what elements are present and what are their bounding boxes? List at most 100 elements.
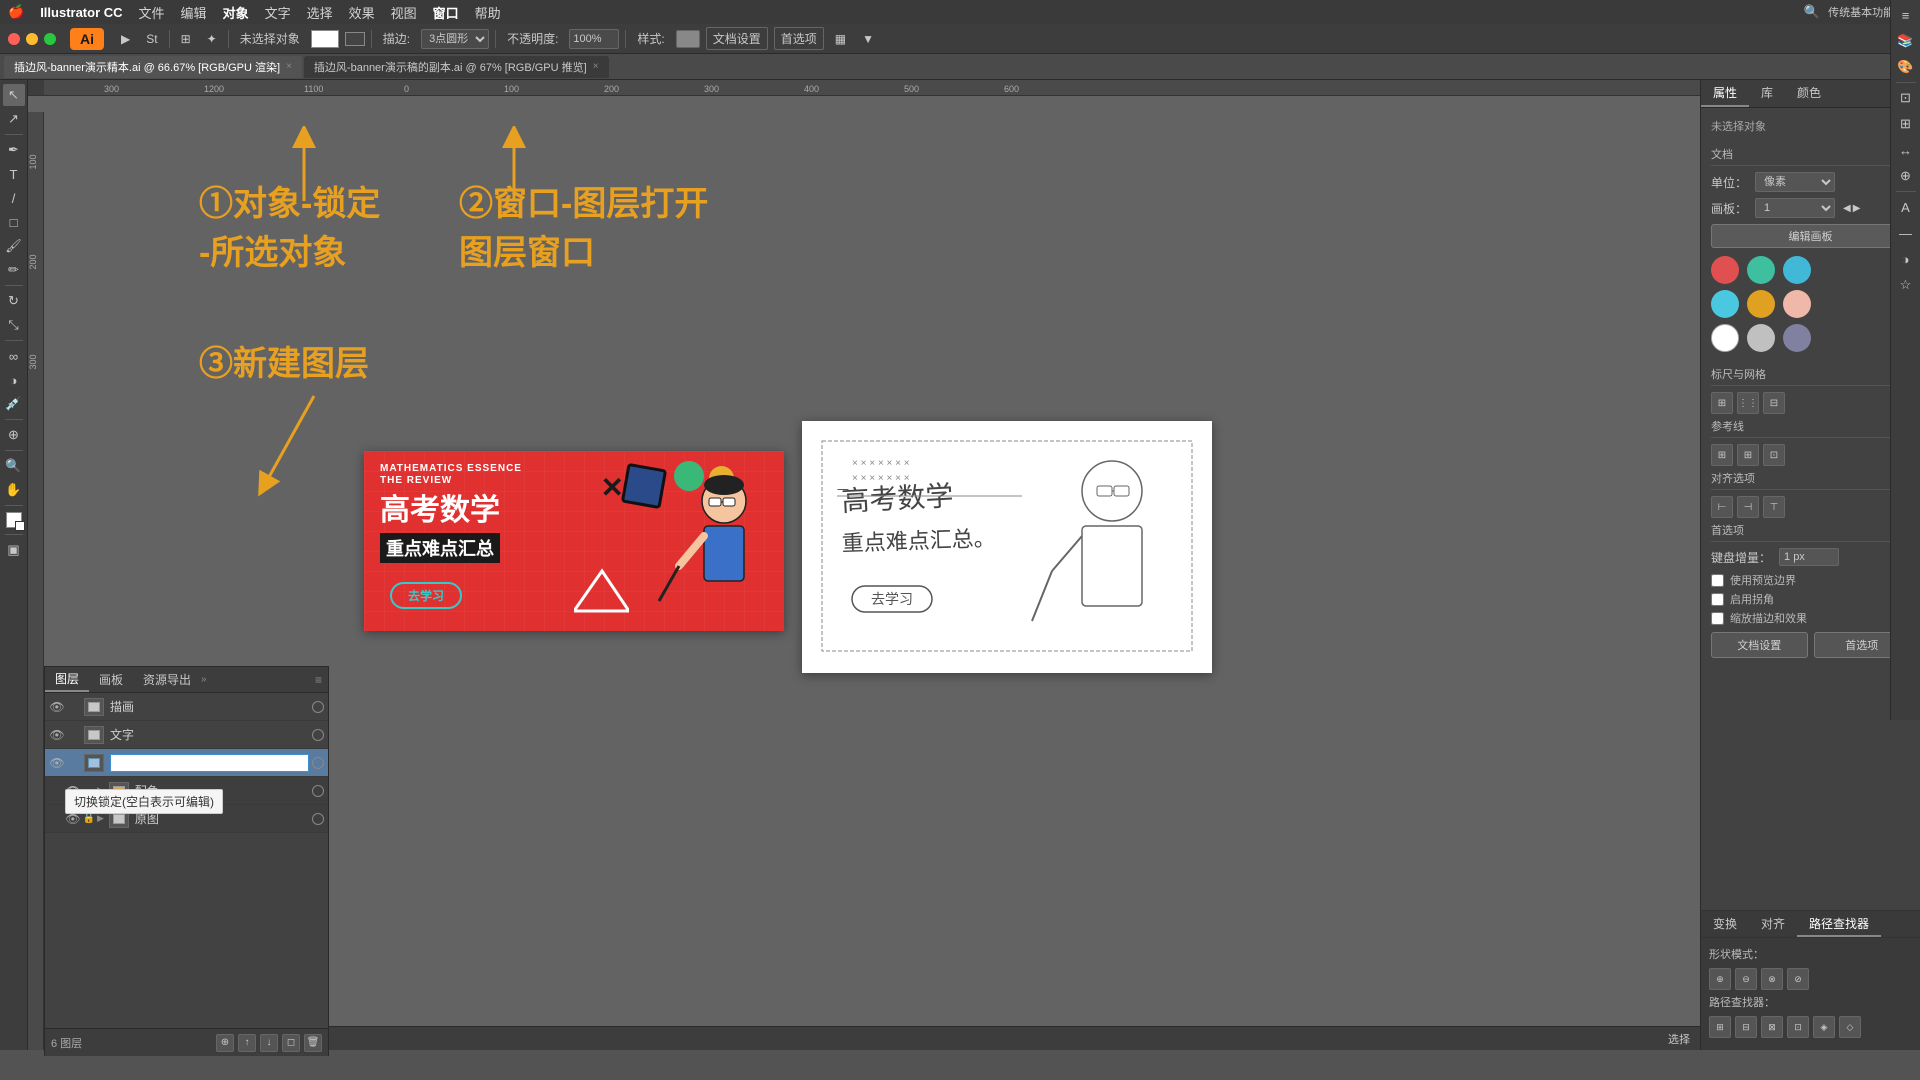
color-teal[interactable]	[1747, 256, 1775, 284]
rotate-tool[interactable]: ↻	[3, 290, 25, 312]
arrange-btn[interactable]: ▦	[830, 30, 851, 48]
zoom-tool[interactable]: 🔍	[3, 455, 25, 477]
stroke-fill[interactable]	[345, 32, 365, 46]
rounded-corners-check[interactable]	[1711, 593, 1724, 606]
layer-yuantu-arrow[interactable]: ▶	[97, 813, 104, 824]
pathfinder-tab[interactable]: 路径查找器	[1797, 911, 1881, 937]
gradient-icon[interactable]: ◑	[1895, 248, 1917, 270]
stroke-color[interactable]	[311, 30, 339, 48]
layer-active-name-input[interactable]	[110, 754, 309, 772]
toolbar-btn1[interactable]: ▶	[116, 30, 135, 48]
tab-2[interactable]: 插边风-banner演示稿的副本.ai @ 67% [RGB/GPU 推览] ×	[304, 56, 609, 78]
kbd-increment-input[interactable]	[1779, 548, 1839, 566]
layer-row-huihua[interactable]: 👁 描画	[45, 693, 328, 721]
pf-btn-1[interactable]: ⊞	[1709, 1016, 1731, 1038]
quick-doc-settings[interactable]: 文档设置	[1711, 632, 1808, 658]
banner-btn[interactable]: 去学习	[390, 582, 462, 609]
library-tab[interactable]: 库	[1749, 80, 1785, 107]
boards-tab[interactable]: 画板	[89, 667, 133, 692]
fill-color[interactable]	[6, 512, 22, 528]
color-white[interactable]	[1711, 324, 1739, 352]
stroke-icon[interactable]: —	[1895, 222, 1917, 244]
board-select[interactable]: 1	[1755, 198, 1835, 218]
pencil-tool[interactable]: ✏	[3, 259, 25, 281]
hand-tool[interactable]: ✋	[3, 479, 25, 501]
arrange-arrow[interactable]: ▼	[857, 30, 879, 48]
board-next[interactable]: ▶	[1853, 203, 1861, 214]
traditional-functions[interactable]: 传统基本功能	[1828, 4, 1894, 20]
pathfinder-icon[interactable]: ⊕	[1895, 165, 1917, 187]
menu-select[interactable]: 选择	[307, 3, 333, 22]
pen-tool[interactable]: ✒	[3, 139, 25, 161]
panel-collapse[interactable]: »	[201, 674, 207, 685]
edit-board-btn[interactable]: 编辑画板	[1711, 224, 1910, 248]
pf-btn-4[interactable]: ⊡	[1787, 1016, 1809, 1038]
tab-2-close[interactable]: ×	[593, 61, 599, 72]
transform-icon[interactable]: ↔	[1895, 139, 1917, 161]
align-btn-2[interactable]: ⋮⋮	[1737, 392, 1759, 414]
align-center-v[interactable]: ⊣	[1737, 496, 1759, 518]
shape-unite[interactable]: ⊕	[1709, 968, 1731, 990]
menu-object[interactable]: 对象	[223, 3, 249, 22]
menu-file[interactable]: 文件	[139, 3, 165, 22]
color-tab[interactable]: 颜色	[1785, 80, 1833, 107]
guide-btn-3[interactable]: ⊡	[1763, 444, 1785, 466]
color-gray[interactable]	[1747, 324, 1775, 352]
eyedropper-tool[interactable]: 💉	[3, 393, 25, 415]
layer-new-btn[interactable]: ⊕	[216, 1034, 234, 1052]
blend-tool[interactable]: ∞	[3, 345, 25, 367]
screen-mode[interactable]: ▣	[3, 539, 25, 561]
tab-1[interactable]: 插边风-banner演示精本.ai @ 66.67% [RGB/GPU 渲染] …	[4, 56, 302, 78]
style-swatch[interactable]	[676, 30, 700, 48]
layer-active-eye[interactable]: 👁	[49, 756, 65, 770]
menu-window[interactable]: 窗口	[433, 3, 459, 22]
layer-copy-btn[interactable]: ◻	[282, 1034, 300, 1052]
align-icon[interactable]: ⊞	[1895, 113, 1917, 135]
stroke-size-select[interactable]: 3点圆形	[421, 29, 489, 49]
paintbrush-tool[interactable]: 🖌	[3, 235, 25, 257]
layer-row-wenzi[interactable]: 👁 文字	[45, 721, 328, 749]
transform-tab[interactable]: 变换	[1701, 911, 1749, 937]
tab-1-close[interactable]: ×	[286, 61, 292, 72]
properties-tab[interactable]: 属性	[1701, 80, 1749, 107]
board-prev[interactable]: ◀	[1843, 203, 1851, 214]
line-tool[interactable]: /	[3, 187, 25, 209]
shape-minus[interactable]: ⊖	[1735, 968, 1757, 990]
doc-settings-btn[interactable]: 文档设置	[706, 27, 768, 50]
color-blue[interactable]	[1783, 256, 1811, 284]
layer-move-btn[interactable]: ↑	[238, 1034, 256, 1052]
select-tool[interactable]: ↖	[3, 84, 25, 106]
gradient-tool[interactable]: ◑	[3, 369, 25, 391]
opacity-input[interactable]	[569, 29, 619, 49]
align-right[interactable]: ⊤	[1763, 496, 1785, 518]
artboard-tool[interactable]: ⊕	[3, 424, 25, 446]
layer-yuantu-lock[interactable]: 🔒	[81, 813, 97, 824]
apple-menu[interactable]: 🍎	[8, 4, 24, 20]
direct-select-tool[interactable]: ↗	[3, 108, 25, 130]
align-tab[interactable]: 对齐	[1749, 911, 1797, 937]
align-btn-3[interactable]: ⊟	[1763, 392, 1785, 414]
minimize-button[interactable]	[26, 33, 38, 45]
layer-wenzi-eye[interactable]: 👁	[49, 728, 65, 742]
guide-btn-2[interactable]: ⊞	[1737, 444, 1759, 466]
rect-tool[interactable]: □	[3, 211, 25, 233]
shape-exclude[interactable]: ⊘	[1787, 968, 1809, 990]
menu-help[interactable]: 帮助	[475, 3, 501, 22]
guide-btn-1[interactable]: ⊞	[1711, 444, 1733, 466]
color-orange[interactable]	[1747, 290, 1775, 318]
close-button[interactable]	[8, 33, 20, 45]
scale-tool[interactable]: ⤡	[3, 314, 25, 336]
search-icon[interactable]: 🔍	[1804, 4, 1820, 20]
artboard-icon[interactable]: ⊡	[1895, 87, 1917, 109]
color-peach[interactable]	[1783, 290, 1811, 318]
shape-intersect[interactable]: ⊗	[1761, 968, 1783, 990]
layer-huihua-eye[interactable]: 👁	[49, 700, 65, 714]
properties-icon[interactable]: ≡	[1895, 4, 1917, 26]
layer-delete-btn[interactable]: 🗑	[304, 1034, 322, 1052]
layers-tab[interactable]: 图层	[45, 667, 89, 692]
menu-view[interactable]: 视图	[391, 3, 417, 22]
toolbar-btn3[interactable]: ⊞	[176, 30, 196, 48]
pf-btn-3[interactable]: ⊠	[1761, 1016, 1783, 1038]
align-btn-1[interactable]: ⊞	[1711, 392, 1733, 414]
menu-text[interactable]: 文字	[265, 3, 291, 22]
